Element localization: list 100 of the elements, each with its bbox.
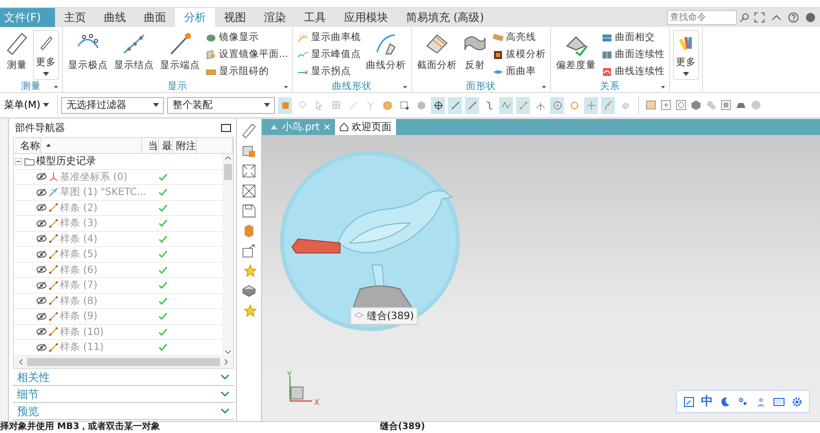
search-field[interactable]: 查找命令 [667,10,737,25]
scrollbar-thumb[interactable] [224,164,232,180]
moon-icon [719,396,731,408]
group-label: 测量 [21,80,41,92]
ribbon-command[interactable]: 截面分析 [415,30,460,80]
spline-icon [48,326,59,338]
section-header[interactable]: 相关性 [13,370,234,386]
ribbon-command[interactable]: 显示峰值点 [296,47,362,62]
check-icon [158,280,168,290]
ribbon-command[interactable]: 面曲率 [491,64,548,79]
more-dropdown[interactable]: 更多 [673,30,700,80]
sort-up-icon [45,142,52,149]
document-tab[interactable]: 欢迎页面 [334,119,396,135]
section-header[interactable]: 细节 [13,386,234,402]
column-header[interactable]: 当 [145,138,159,153]
layer-frame-icon [720,99,732,111]
scrollbar-thumb[interactable] [27,358,220,366]
group-label: 显示 [168,80,188,92]
ribbon-tab[interactable]: 应用模块 [334,8,397,27]
group-label: 关系 [600,80,620,92]
tooltip: 缝合(389) [350,307,418,325]
scroll-down-icon [224,348,232,356]
view-frame-icon [645,99,658,111]
pointer-icon [314,100,325,110]
tree-node[interactable]: 模型历史记录 [36,154,96,168]
selection-status: 缝合(389) [380,422,426,433]
ribbon-command[interactable]: 显示结点 [112,30,156,80]
snap-toggle[interactable] [431,96,446,114]
spline-icon [48,248,59,260]
ribbon-tab[interactable]: 简易填充 (高级) [396,8,494,27]
filter-dropdown[interactable]: 整个装配 [167,96,276,114]
ribbon-tab[interactable]: 主页 [54,8,95,27]
refresh-frame-icon [675,99,688,111]
draft-analysis-icon [492,48,504,60]
circle-quadrant-icon [568,100,580,110]
graphics-viewport[interactable]: 缝合(389) Y X 中 [262,135,820,421]
section-header[interactable]: 预览 [13,404,234,420]
ribbon-tab[interactable]: 曲面 [134,8,175,27]
input-mode[interactable]: 中 [701,393,713,410]
user-icon [755,396,767,408]
hidden-eye-icon [36,248,47,260]
ribbon-command[interactable]: 显示端点 [158,30,202,80]
caret-icon [264,103,270,107]
slash-midpoint-icon [466,100,478,110]
ribbon-tab[interactable]: 曲线 [94,8,135,27]
ribbon-command[interactable]: 显示拐点 [296,64,362,79]
close-icon [322,123,331,131]
more-dropdown[interactable]: 更多 [33,30,59,80]
save-icon [241,203,257,219]
ribbon-command[interactable]: 曲线连续性 [600,64,666,79]
ribbon-command[interactable]: 高亮线 [491,30,548,45]
maximize-icon [220,122,232,134]
ribbon-command[interactable]: 镜像显示 [204,30,290,45]
ribbon-command[interactable]: 测量 [3,30,31,80]
snap-toggle[interactable] [516,96,530,114]
ribbon-command[interactable]: 显示曲率梳 [296,30,362,45]
ribbon-command[interactable]: 显示阻碍的 [204,64,290,79]
filter-dropdown[interactable]: 无选择过滤器 [61,96,164,114]
snap-toggle[interactable] [550,96,564,114]
help-icon [788,12,799,23]
axis-triad-drawing: Y X [284,371,326,409]
ribbon-command[interactable]: 偏差度量 [554,30,598,80]
hidden-eye-icon [36,202,47,214]
sketch-icon [48,186,59,198]
ribbon-command[interactable]: 设置镜像平面... [204,47,290,62]
snap-toggle[interactable] [584,96,598,114]
caret-icon [43,72,49,76]
ribbon-command[interactable]: 显示极点 [66,30,110,80]
search-icon [739,12,750,23]
hidden-eye-icon [36,233,47,244]
ribbon-command[interactable]: 曲面连续性 [600,47,666,62]
panel-title: 部件导航器 [15,122,65,135]
snap-toggle[interactable] [499,96,514,114]
ribbon-tab[interactable]: 视图 [214,8,255,27]
snap-toggle[interactable] [278,96,292,114]
caret-icon [153,103,160,107]
export-box-icon [241,243,257,259]
fork-icon [364,100,376,110]
ribbon-tab[interactable]: 渲染 [254,8,295,27]
group-label: 面形状 [466,80,496,92]
ribbon-tab[interactable]: 工具 [294,8,335,27]
column-header[interactable]: 名称 [17,138,41,153]
column-header[interactable]: 最 [159,138,173,153]
scroll-left-icon [17,358,25,366]
circle-center-icon [552,100,563,110]
filled-square-icon [280,100,291,110]
ribbon-command[interactable]: 反射 [461,30,490,80]
ribbon-command[interactable]: 曲线分析 [364,30,408,80]
snap-toggle[interactable] [465,96,480,114]
snap-toggle[interactable] [448,96,462,114]
ribbon-tab[interactable]: 分析 [174,8,215,27]
hidden-eye-icon [36,171,47,182]
grid-select-icon [330,100,342,110]
ribbon-command[interactable]: 拔模分析 [491,47,548,62]
menu-button[interactable]: 菜单(M) [2,95,58,115]
scroll-right-icon [222,358,230,366]
column-header[interactable]: 附注 [173,138,197,153]
snap-toggle[interactable] [601,96,616,114]
ribbon-command[interactable]: 曲面相交 [600,30,666,45]
keyboard-icon [773,396,785,408]
